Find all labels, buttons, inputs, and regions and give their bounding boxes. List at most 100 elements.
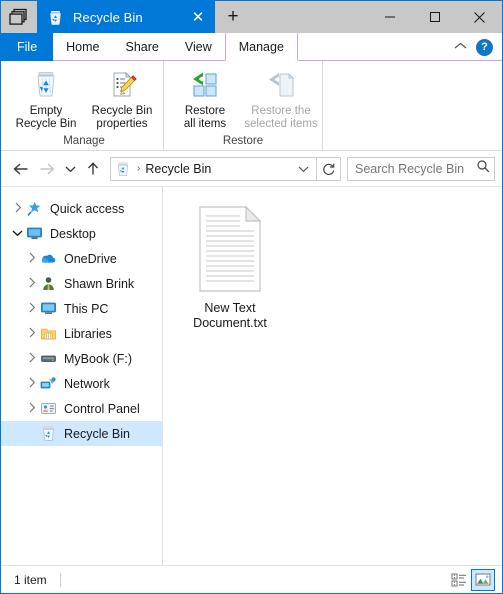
- arrow-right-icon: [34, 156, 60, 182]
- sidebar-label: Libraries: [64, 326, 112, 341]
- restore-all-items-button[interactable]: Restore all items: [167, 65, 243, 131]
- tab-home[interactable]: Home: [53, 33, 112, 61]
- chevron-right-icon[interactable]: [23, 302, 40, 315]
- restore-all-items-icon: [189, 68, 221, 102]
- desktop-icon: [26, 225, 43, 242]
- libraries-icon: [40, 325, 57, 342]
- sidebar-item-libraries[interactable]: Libraries: [1, 321, 162, 346]
- user-icon: [40, 275, 57, 292]
- this-pc-icon: [40, 300, 57, 317]
- file-list-pane[interactable]: New Text Document.txt: [163, 187, 502, 565]
- large-icons-view-icon[interactable]: [471, 568, 495, 591]
- address-bar: › Recycle Bin Search Recycle Bin: [1, 151, 502, 187]
- ribbon-tab-filler: [298, 33, 454, 61]
- search-placeholder: Search Recycle Bin: [355, 161, 465, 176]
- chevron-right-icon[interactable]: [23, 377, 40, 390]
- sidebar-label: Quick access: [50, 201, 125, 216]
- path-breadcrumb-box[interactable]: › Recycle Bin: [110, 156, 317, 181]
- sidebar-item-control-panel[interactable]: Control Panel: [1, 396, 162, 421]
- new-tab-button[interactable]: +: [215, 1, 251, 33]
- text-document-icon: [194, 205, 266, 293]
- empty-recycle-bin-button[interactable]: Empty Recycle Bin: [8, 65, 84, 131]
- close-button[interactable]: [457, 1, 502, 33]
- empty-recycle-bin-icon: [30, 68, 62, 102]
- maximize-button[interactable]: [412, 1, 457, 33]
- main-area: Quick access Desktop OneDrive Shawn Brin…: [1, 187, 502, 565]
- sidebar-label: This PC: [64, 301, 109, 316]
- status-bar: 1 item: [1, 565, 502, 593]
- tab-view[interactable]: View: [172, 33, 225, 61]
- ribbon-group-manage-label: Manage: [63, 135, 105, 147]
- sidebar-item-desktop[interactable]: Desktop: [1, 221, 162, 246]
- tab-file[interactable]: File: [1, 33, 54, 61]
- browser-tab-recycle-bin[interactable]: Recycle Bin ✕: [37, 1, 215, 33]
- explorer-window: Recycle Bin ✕ + File Home Share View Man…: [0, 0, 503, 594]
- ribbon-tab-strip: File Home Share View Manage ?: [1, 33, 502, 61]
- star-pin-icon: [26, 200, 43, 217]
- title-bar: Recycle Bin ✕ +: [1, 1, 502, 33]
- sidebar-label: MyBook (F:): [64, 351, 133, 366]
- restore-selected-items-button: Restore the selected items: [243, 65, 319, 131]
- sidebar-label: Control Panel: [64, 401, 140, 416]
- drive-icon: [40, 350, 57, 367]
- path-chevron-down-icon[interactable]: [292, 158, 314, 180]
- ribbon-group-manage-items: Empty Recycle Bin Recycle Bin properties: [8, 61, 160, 132]
- chevron-right-icon[interactable]: [9, 202, 26, 215]
- list-item-label: New Text Document.txt: [193, 301, 267, 330]
- sidebar-label: Desktop: [50, 226, 96, 241]
- chevron-right-icon[interactable]: [23, 252, 40, 265]
- chevron-up-icon[interactable]: [454, 41, 467, 53]
- list-item[interactable]: New Text Document.txt: [177, 205, 283, 331]
- details-view-icon[interactable]: [447, 569, 471, 591]
- refresh-icon[interactable]: [317, 156, 341, 181]
- sidebar-item-shawn-brink[interactable]: Shawn Brink: [1, 271, 162, 296]
- breadcrumb-separator: ›: [137, 163, 141, 174]
- control-panel-icon: [40, 400, 57, 417]
- sidebar-item-recycle-bin[interactable]: Recycle Bin: [1, 421, 162, 446]
- arrow-left-icon[interactable]: [8, 156, 34, 182]
- search-input[interactable]: Search Recycle Bin: [347, 156, 495, 181]
- item-count-label: 1 item: [14, 572, 47, 587]
- ribbon-group-restore: Restore all items Restore the selected i…: [164, 61, 323, 150]
- tab-manage[interactable]: Manage: [224, 33, 298, 61]
- help-icon[interactable]: ?: [476, 38, 493, 56]
- chevron-right-icon[interactable]: [23, 277, 40, 290]
- chevron-right-icon[interactable]: [23, 402, 40, 415]
- network-icon: [40, 375, 57, 392]
- chevron-right-icon[interactable]: [23, 327, 40, 340]
- navigation-pane: Quick access Desktop OneDrive Shawn Brin…: [1, 187, 163, 565]
- restore-selected-items-icon: [265, 68, 297, 102]
- recycle-bin-properties-icon: [106, 68, 138, 102]
- breadcrumb-current: Recycle Bin: [145, 161, 212, 176]
- chevron-down-icon[interactable]: [9, 229, 26, 239]
- ribbon-tab-actions: ?: [454, 33, 502, 61]
- sets-tabs-icon[interactable]: [1, 1, 37, 33]
- sidebar-item-onedrive[interactable]: OneDrive: [1, 246, 162, 271]
- sidebar-label: Shawn Brink: [64, 276, 135, 291]
- sidebar-item-network[interactable]: Network: [1, 371, 162, 396]
- tab-share[interactable]: Share: [113, 33, 172, 61]
- recycle-bin-properties-button[interactable]: Recycle Bin properties: [84, 65, 160, 131]
- sidebar-item-quick-access[interactable]: Quick access: [1, 196, 162, 221]
- restore-selected-items-label: Restore the selected items: [244, 105, 318, 130]
- titlebar-drag-area: [251, 1, 367, 33]
- recycle-bin-icon: [40, 425, 57, 442]
- tab-title: Recycle Bin: [73, 9, 143, 25]
- sidebar-label: OneDrive: [64, 251, 117, 266]
- ribbon-group-restore-label: Restore: [222, 135, 264, 147]
- close-tab-icon[interactable]: ✕: [187, 6, 209, 28]
- onedrive-icon: [40, 250, 57, 267]
- ribbon-group-restore-items: Restore all items Restore the selected i…: [167, 61, 319, 132]
- minimize-button[interactable]: [367, 1, 412, 33]
- ribbon-filler: [323, 61, 502, 150]
- sidebar-label: Network: [64, 376, 110, 391]
- ribbon-panel: Empty Recycle Bin Recycle Bin properties…: [1, 61, 502, 151]
- window-caption-buttons: [367, 1, 502, 33]
- recent-locations-chevron-down-icon[interactable]: [60, 156, 80, 182]
- ribbon-group-manage: Empty Recycle Bin Recycle Bin properties…: [5, 61, 164, 150]
- search-icon[interactable]: [476, 159, 490, 178]
- chevron-right-icon[interactable]: [23, 352, 40, 365]
- arrow-up-icon[interactable]: [80, 156, 106, 182]
- sidebar-item-mybook-drive[interactable]: MyBook (F:): [1, 346, 162, 371]
- sidebar-item-this-pc[interactable]: This PC: [1, 296, 162, 321]
